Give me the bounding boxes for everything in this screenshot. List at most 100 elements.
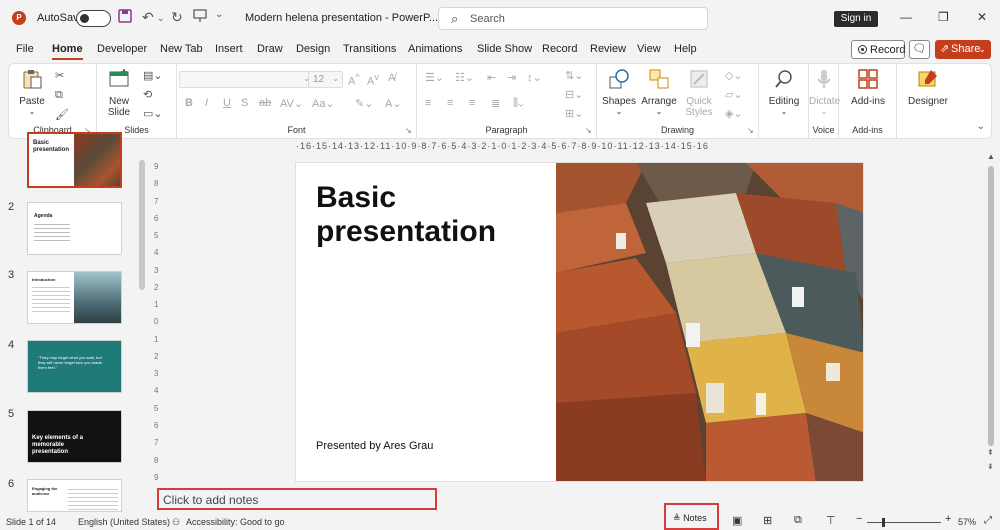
thumbnail-slide-1[interactable]: Basic presentation [27,132,122,188]
thumbnail-slide-5[interactable]: Key elements of a memorable presentation [27,410,122,463]
undo-dropdown-icon[interactable]: ⌄ [157,13,165,24]
bold-icon[interactable]: B [185,97,193,109]
tab-slide-show[interactable]: Slide Show [477,43,532,55]
format-painter-icon[interactable]: 🖌 [55,108,69,121]
justify-icon[interactable]: ≣ [491,97,500,110]
font-color-icon[interactable]: A⌄ [385,97,402,110]
shadow-icon[interactable]: S [241,97,248,109]
text-direction-icon[interactable]: ⇅⌄ [565,69,583,82]
sign-in-button[interactable]: Sign in [834,11,878,27]
add-ins-button[interactable]: Add-ins [847,68,889,107]
thumbnail-slide-3[interactable]: Introduction [27,271,122,324]
editing-button[interactable]: Editing ⌄ [763,68,805,116]
tab-review[interactable]: Review [590,43,626,55]
align-text-icon[interactable]: ⊟⌄ [565,88,583,101]
cut-icon[interactable]: ✂ [55,69,64,82]
italic-icon[interactable]: I [205,97,208,109]
slideshow-view-icon[interactable]: ⊤ [826,514,836,527]
shape-fill-icon[interactable]: ◇⌄ [725,69,743,82]
font-expand-icon[interactable]: ↘ [405,126,412,135]
copy-icon[interactable]: ⧉ [55,89,63,102]
save-icon[interactable] [118,9,132,26]
clear-formatting-icon[interactable]: A̸ [388,72,395,84]
zoom-slider[interactable] [867,522,941,523]
decrease-indent-icon[interactable]: ⇤ [487,71,496,84]
slide-canvas[interactable]: Basic presentation Presented by Ares Gra… [295,162,864,482]
shape-effects-icon[interactable]: ◈⌄ [725,107,743,120]
customize-toolbar-icon[interactable]: ⌄ [215,9,223,20]
thumbnail-slide-6[interactable]: Engaging the audience [27,479,122,512]
minimize-icon[interactable]: — [900,10,912,24]
tab-developer[interactable]: Developer [97,43,147,55]
present-from-start-icon[interactable] [193,9,207,26]
rooftops-photo[interactable] [556,163,864,482]
tab-home[interactable]: Home [52,43,83,60]
section-icon[interactable]: ▭⌄ [143,107,163,120]
drawing-expand-icon[interactable]: ↘ [747,126,754,135]
increase-indent-icon[interactable]: ⇥ [507,71,516,84]
align-center-icon[interactable]: ≡ [447,97,453,109]
tab-draw[interactable]: Draw [257,43,283,55]
arrange-button[interactable]: Arrange ⌄ [641,68,677,116]
thumbnail-slide-4[interactable]: "They may forget what you said, but they… [27,340,122,393]
tab-transitions[interactable]: Transitions [343,43,396,55]
zoom-slider-thumb[interactable] [882,518,885,527]
paste-button[interactable]: Paste ⌄ [17,68,47,116]
tab-new-tab[interactable]: New Tab [160,43,203,55]
align-right-icon[interactable]: ≡ [469,97,475,109]
slide-presenter[interactable]: Presented by Ares Grau [316,440,433,452]
editor-scrollbar[interactable]: ▲ ⇞ ⇟ [987,152,995,482]
accessibility-status[interactable]: Accessibility: Good to go [186,517,285,527]
shapes-button[interactable]: Shapes ⌄ [601,68,637,116]
share-button[interactable]: ⇗ Share ⌄ [935,40,991,59]
shape-outline-icon[interactable]: ▱⌄ [725,88,743,101]
zoom-out-icon[interactable]: − [856,513,862,525]
tab-animations[interactable]: Animations [408,43,462,55]
collapse-ribbon-icon[interactable]: ⌄ [977,121,985,132]
font-size-field[interactable]: 12 ⌄ [308,71,343,88]
slide-title[interactable]: Basic presentation [316,181,556,249]
character-spacing-icon[interactable]: AV⌄ [280,97,303,110]
smartart-icon[interactable]: ⊞⌄ [565,107,583,120]
zoom-in-icon[interactable]: + [945,513,951,525]
tab-file[interactable]: File [16,43,34,55]
quick-styles-button[interactable]: Quick Styles [681,68,717,118]
language-indicator[interactable]: English (United States) [78,517,170,527]
zoom-level[interactable]: 57% [958,517,976,527]
decrease-font-icon[interactable]: Av [367,72,379,88]
autosave-toggle[interactable] [76,10,111,27]
notes-input[interactable]: Click to add notes [157,488,437,510]
redo-icon[interactable]: ↻ [171,9,183,26]
numbering-icon[interactable]: ☷⌄ [455,71,474,84]
thumbnails-scrollbar[interactable] [139,160,145,290]
normal-view-icon[interactable]: ▣ [732,514,742,527]
increase-font-icon[interactable]: A^ [348,72,360,88]
restore-icon[interactable]: ❐ [938,10,949,24]
highlight-color-icon[interactable]: ✎⌄ [355,97,373,110]
font-name-field[interactable]: ⌄ [179,71,315,88]
undo-icon[interactable]: ↶ [142,9,154,26]
accessibility-icon[interactable]: ⚇ [172,517,180,528]
thumbnail-slide-2[interactable]: Agenda [27,202,122,255]
tab-record[interactable]: Record [542,43,577,55]
layout-icon[interactable]: ▤⌄ [143,69,163,82]
line-spacing-icon[interactable]: ↕⌄ [527,71,542,84]
search-box[interactable]: ⌕ Search [438,7,708,30]
designer-button[interactable]: Designer [903,68,953,107]
bullets-icon[interactable]: ☰⌄ [425,71,444,84]
reading-view-icon[interactable]: ⧉ [794,514,802,527]
close-icon[interactable]: ✕ [977,10,987,24]
comments-button[interactable]: 🗨 [909,40,930,59]
dictate-button[interactable]: Dictate ⌄ [809,68,840,116]
align-left-icon[interactable]: ≡ [425,97,431,109]
fit-to-window-icon[interactable]: ⤢ [984,515,992,526]
tab-design[interactable]: Design [296,43,330,55]
paragraph-expand-icon[interactable]: ↘ [585,126,592,135]
notes-button[interactable]: ≜ Notes [664,503,719,530]
new-slide-button[interactable]: New Slide [103,68,135,118]
change-case-icon[interactable]: Aa⌄ [312,97,335,110]
tab-insert[interactable]: Insert [215,43,243,55]
reset-icon[interactable]: ⟲ [143,88,152,101]
tab-view[interactable]: View [637,43,661,55]
record-button[interactable]: Record [851,40,905,59]
